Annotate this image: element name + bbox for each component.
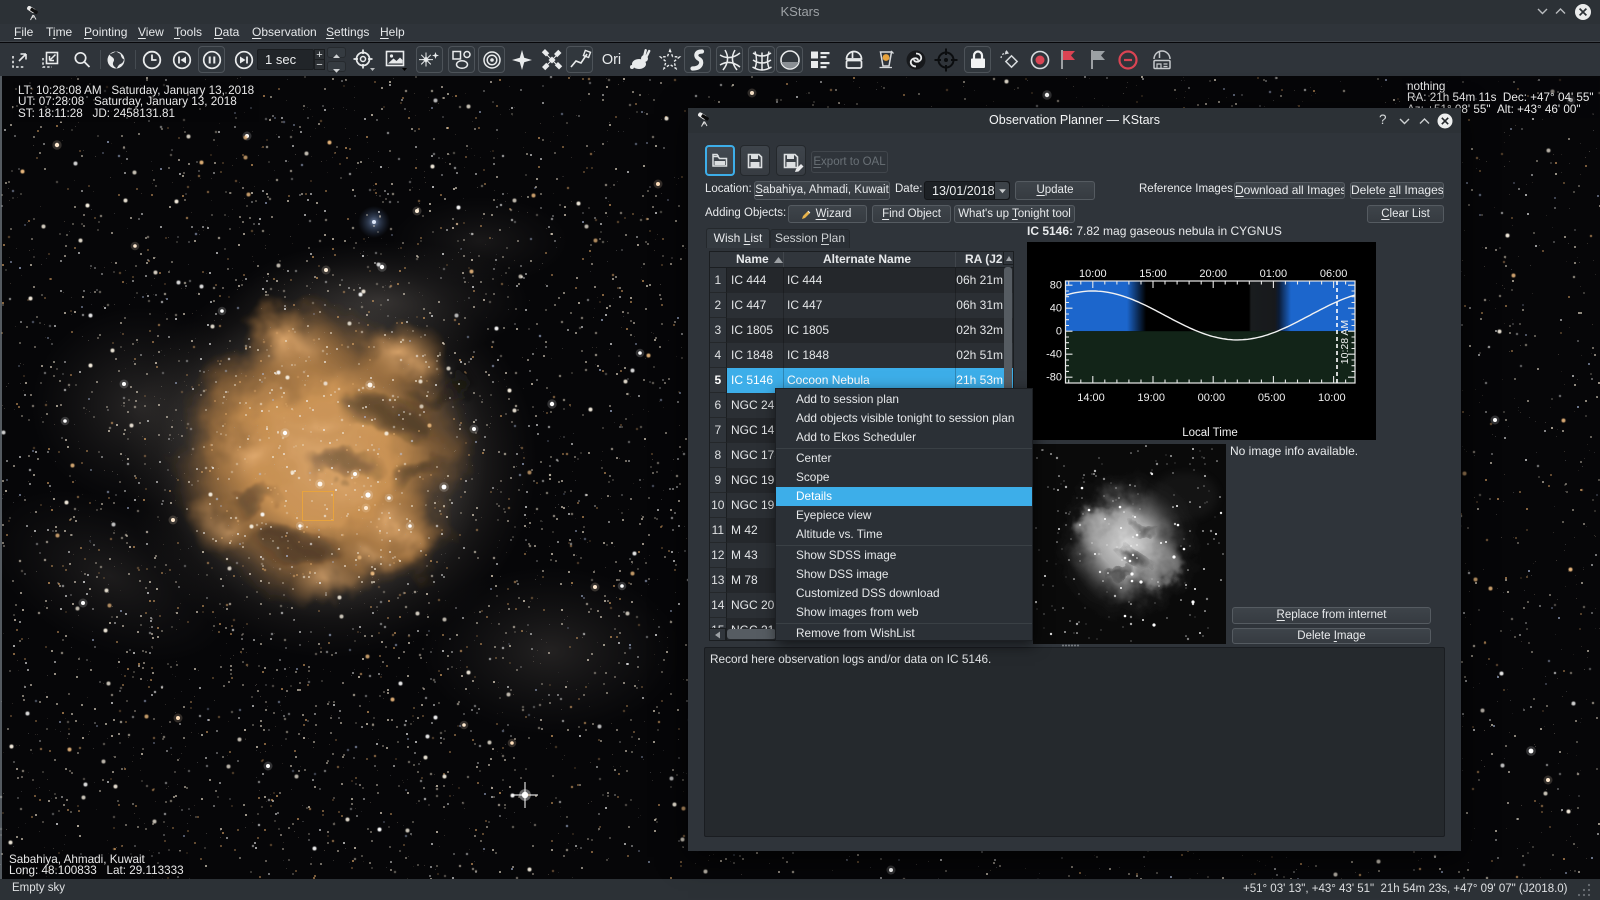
svg-text:40: 40: [1050, 303, 1062, 315]
svg-text:10:00: 10:00: [1079, 268, 1107, 280]
svg-text:15:00: 15:00: [1139, 268, 1167, 280]
svg-text:-40: -40: [1046, 349, 1062, 361]
svg-text:-80: -80: [1046, 372, 1062, 384]
svg-text:80: 80: [1050, 280, 1062, 292]
svg-text:10:28 AM: 10:28 AM: [1339, 320, 1351, 364]
svg-text:0: 0: [1056, 326, 1062, 338]
svg-text:19:00: 19:00: [1137, 392, 1165, 404]
svg-text:05:00: 05:00: [1258, 392, 1286, 404]
svg-text:01:00: 01:00: [1260, 268, 1288, 280]
svg-text:06:00: 06:00: [1320, 268, 1348, 280]
svg-text:10:00: 10:00: [1318, 392, 1346, 404]
svg-text:00:00: 00:00: [1198, 392, 1226, 404]
svg-text:14:00: 14:00: [1077, 392, 1105, 404]
svg-text:20:00: 20:00: [1199, 268, 1227, 280]
svg-text:Local Time: Local Time: [1182, 427, 1238, 439]
